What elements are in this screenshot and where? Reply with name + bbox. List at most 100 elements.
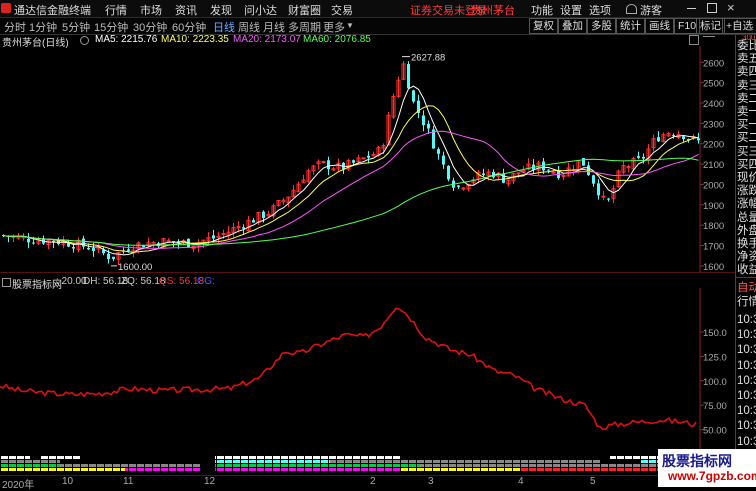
quote-label: 卖五: [737, 53, 756, 66]
menu-shichang[interactable]: 市场: [140, 2, 162, 18]
signal-gap: [368, 468, 369, 471]
signal-gap: [256, 456, 257, 459]
quote-label: 收益: [737, 264, 756, 277]
signal-bar: [215, 468, 400, 471]
indicator-menu-icon[interactable]: [2, 278, 11, 287]
menu-jiaoyi[interactable]: 交易: [331, 2, 353, 18]
user-name[interactable]: 游客: [640, 2, 662, 18]
signal-gap: [152, 464, 153, 467]
scroll-bar-icon[interactable]: [703, 36, 715, 37]
signal-gap: [424, 460, 425, 463]
btn-zixuan[interactable]: +自选: [722, 18, 756, 34]
btn-tongji[interactable]: 统计: [616, 18, 645, 34]
signal-gap: [232, 456, 233, 459]
y-tick-label: 1600: [703, 262, 724, 272]
signal-gap: [272, 456, 273, 459]
menu-hangqing[interactable]: 行情: [105, 2, 127, 18]
candle-body: [321, 160, 326, 163]
signal-gap: [8, 460, 9, 463]
period-1min[interactable]: 1分钟: [29, 19, 57, 35]
signal-gap: [8, 464, 9, 467]
more-dropdown-icon[interactable]: ▼: [346, 21, 354, 30]
watermark-url: www.7gpzb.com: [668, 469, 756, 483]
signal-gap: [576, 464, 577, 467]
signal-gap: [240, 468, 241, 471]
btn-diejia[interactable]: 叠加: [558, 18, 587, 34]
btn-biaoji[interactable]: 标记: [696, 18, 725, 34]
ind-tick-label: 50.00: [703, 426, 727, 437]
signal-gap: [576, 460, 577, 463]
btn-huaxian[interactable]: 画线: [645, 18, 674, 34]
user-icon[interactable]: [626, 4, 637, 14]
signal-gap: [376, 464, 377, 467]
signal-gap: [184, 456, 185, 459]
signal-gap: [448, 464, 449, 467]
date-label: 2020年: [2, 480, 35, 491]
settings-gear-icon[interactable]: [80, 36, 89, 45]
period-30min[interactable]: 30分钟: [133, 19, 167, 35]
maximize-icon[interactable]: [707, 3, 717, 13]
signal-gap: [80, 460, 81, 463]
signal-gap: [568, 456, 569, 459]
period-daily[interactable]: 日线: [213, 19, 235, 35]
menu-xuanxiang[interactable]: 选项: [589, 2, 611, 18]
btn-duogu[interactable]: 多股: [587, 18, 616, 34]
tick-time: 10:3: [737, 374, 756, 387]
signal-gap: [432, 460, 433, 463]
signal-gap: [528, 468, 529, 471]
period-monthly[interactable]: 月线: [263, 19, 285, 35]
signal-gap: [608, 464, 609, 467]
minimize-icon[interactable]: [687, 8, 696, 9]
menu-caifuquan[interactable]: 财富圈: [288, 2, 321, 18]
signal-gap: [64, 464, 65, 467]
signal-gap: [448, 460, 449, 463]
signal-gap: [24, 464, 25, 467]
signal-gap: [224, 464, 225, 467]
btn-fuquan[interactable]: 复权: [529, 18, 558, 34]
signal-gap: [544, 464, 545, 467]
period-weekly[interactable]: 周线: [238, 19, 260, 35]
signal-gap: [168, 460, 169, 463]
menu-faxian[interactable]: 发现: [210, 2, 232, 18]
signal-gap: [328, 468, 329, 471]
signal-bar: [0, 468, 125, 471]
pane-divider: [0, 272, 735, 273]
signal-gap: [120, 460, 121, 463]
title-bar: 通达信金融终端 行情 市场 资讯 发现 问小达 财富圈 交易 证券交易未登录 贵…: [0, 0, 756, 18]
signal-gap: [304, 460, 305, 463]
period-15min[interactable]: 15分钟: [94, 19, 128, 35]
candle-body: [672, 135, 675, 137]
stock-tab[interactable]: 贵州茅台: [471, 2, 515, 18]
close-icon[interactable]: ×: [727, 0, 735, 15]
signal-gap: [528, 464, 529, 467]
signal-gap: [504, 468, 505, 471]
date-axis: 2020年 10 11 12 2 3 4 5: [0, 475, 735, 491]
period-5min[interactable]: 5分钟: [62, 19, 90, 35]
candle-body: [242, 227, 245, 229]
period-fenshi[interactable]: 分时: [4, 19, 26, 35]
signal-gap: [480, 464, 481, 467]
menu-wenxiaoda[interactable]: 问小达: [244, 2, 277, 18]
indicator-chart[interactable]: 150.0 125.0 100.0 75.00 50.00: [0, 288, 735, 474]
period-60min[interactable]: 60分钟: [172, 19, 206, 35]
menu-shezhi[interactable]: 设置: [560, 2, 582, 18]
period-more[interactable]: 更多: [323, 19, 345, 35]
menu-zixun[interactable]: 资讯: [175, 2, 197, 18]
period-multi[interactable]: 多周期: [288, 19, 321, 35]
candle-body: [597, 183, 600, 196]
candlestick-chart[interactable]: 2600 2500 2400 2300 2200 2100 2000 1900 1800 1700…: [0, 46, 735, 272]
signal-gap: [40, 456, 41, 459]
signal-gap: [40, 464, 41, 467]
candle-body: [407, 64, 410, 89]
signal-gap: [24, 468, 25, 471]
quote-label: 买二: [737, 132, 756, 145]
expand-icon[interactable]: [689, 35, 699, 45]
signal-gap: [656, 460, 657, 463]
candle-body: [561, 174, 566, 177]
app-title: 通达信金融终端: [14, 5, 91, 17]
signal-gap: [312, 456, 313, 459]
signal-gap: [176, 456, 177, 459]
menu-gongneng[interactable]: 功能: [531, 2, 553, 18]
signal-gap: [280, 460, 281, 463]
signal-gap: [112, 464, 113, 467]
